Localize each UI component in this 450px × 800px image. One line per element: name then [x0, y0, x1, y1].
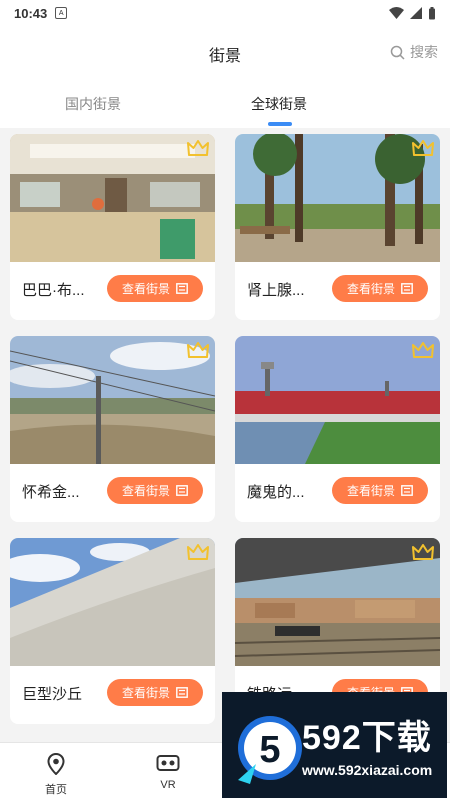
street-view-card[interactable]: 怀希金... 查看街景 — [10, 336, 215, 522]
crown-icon — [187, 342, 209, 358]
tab-bar: 国内街景 全球街景 — [0, 80, 450, 128]
nav-home[interactable]: 首页 — [26, 752, 86, 797]
page-title: 街景 — [208, 48, 241, 65]
street-view-card[interactable]: 肾上腺... 查看街景 — [235, 134, 440, 320]
battery-icon — [429, 6, 435, 19]
search-icon — [390, 45, 405, 60]
view-street-label: 查看街景 — [346, 282, 395, 296]
panorama-icon — [176, 485, 188, 496]
view-street-button[interactable]: 查看街景 — [107, 275, 203, 302]
status-time: 10:43 — [14, 5, 48, 21]
card-thumbnail[interactable] — [10, 538, 215, 666]
view-street-label: 查看街景 — [346, 484, 395, 498]
watermark-url: www.592xiazai.com — [302, 762, 433, 778]
card-thumbnail[interactable] — [235, 538, 440, 666]
site-watermark: 5 592下载 www.592xiazai.com — [222, 692, 447, 798]
nav-vr[interactable]: VR — [138, 753, 198, 791]
card-name: 魔鬼的... — [247, 484, 305, 501]
card-thumbnail[interactable] — [235, 336, 440, 464]
nav-home-label: 首页 — [45, 784, 67, 796]
search-label: 搜索 — [410, 44, 438, 60]
card-name: 怀希金... — [22, 484, 80, 501]
crown-icon — [412, 140, 434, 156]
header: 街景 搜索 — [0, 26, 450, 80]
street-view-card[interactable]: 魔鬼的... 查看街景 — [235, 336, 440, 522]
vr-headset-icon — [156, 755, 180, 771]
card-name: 巨型沙丘 — [22, 686, 83, 703]
crown-icon — [412, 544, 434, 560]
crown-icon — [187, 140, 209, 156]
panorama-icon — [401, 485, 413, 496]
tab-domestic[interactable]: 国内街景 — [65, 94, 121, 114]
tab-indicator — [268, 122, 292, 126]
location-pin-icon — [47, 752, 65, 776]
crown-icon — [412, 342, 434, 358]
card-thumbnail[interactable] — [10, 336, 215, 464]
panorama-icon — [176, 283, 188, 294]
tab-global[interactable]: 全球街景 — [251, 94, 307, 114]
view-street-button[interactable]: 查看街景 — [107, 679, 203, 706]
app-notification-icon: A — [55, 7, 68, 19]
street-view-grid: 巴巴·布... 查看街景 肾上腺... 查看街景 怀希金... 查看街景 魔鬼的… — [0, 128, 450, 740]
nav-vr-label: VR — [160, 779, 176, 791]
panorama-icon — [176, 687, 188, 698]
watermark-logo-icon: 5 — [238, 716, 302, 784]
view-street-button[interactable]: 查看街景 — [107, 477, 203, 504]
card-thumbnail[interactable] — [10, 134, 215, 262]
watermark-title: 592下载 — [302, 719, 432, 757]
wifi-icon — [389, 7, 404, 19]
crown-icon — [187, 544, 209, 560]
view-street-label: 查看街景 — [121, 686, 170, 700]
status-bar: 10:43 A — [0, 0, 450, 26]
view-street-label: 查看街景 — [121, 282, 170, 296]
card-thumbnail[interactable] — [235, 134, 440, 262]
signal-icon — [410, 7, 422, 19]
card-name: 肾上腺... — [247, 282, 305, 299]
view-street-button[interactable]: 查看街景 — [332, 477, 428, 504]
view-street-button[interactable]: 查看街景 — [332, 275, 428, 302]
card-name: 巴巴·布... — [22, 282, 85, 299]
panorama-icon — [401, 283, 413, 294]
search-button[interactable]: 搜索 — [390, 42, 438, 62]
view-street-label: 查看街景 — [121, 484, 170, 498]
street-view-card[interactable]: 巨型沙丘 查看街景 — [10, 538, 215, 724]
svg-text:5: 5 — [259, 729, 280, 771]
street-view-card[interactable]: 巴巴·布... 查看街景 — [10, 134, 215, 320]
